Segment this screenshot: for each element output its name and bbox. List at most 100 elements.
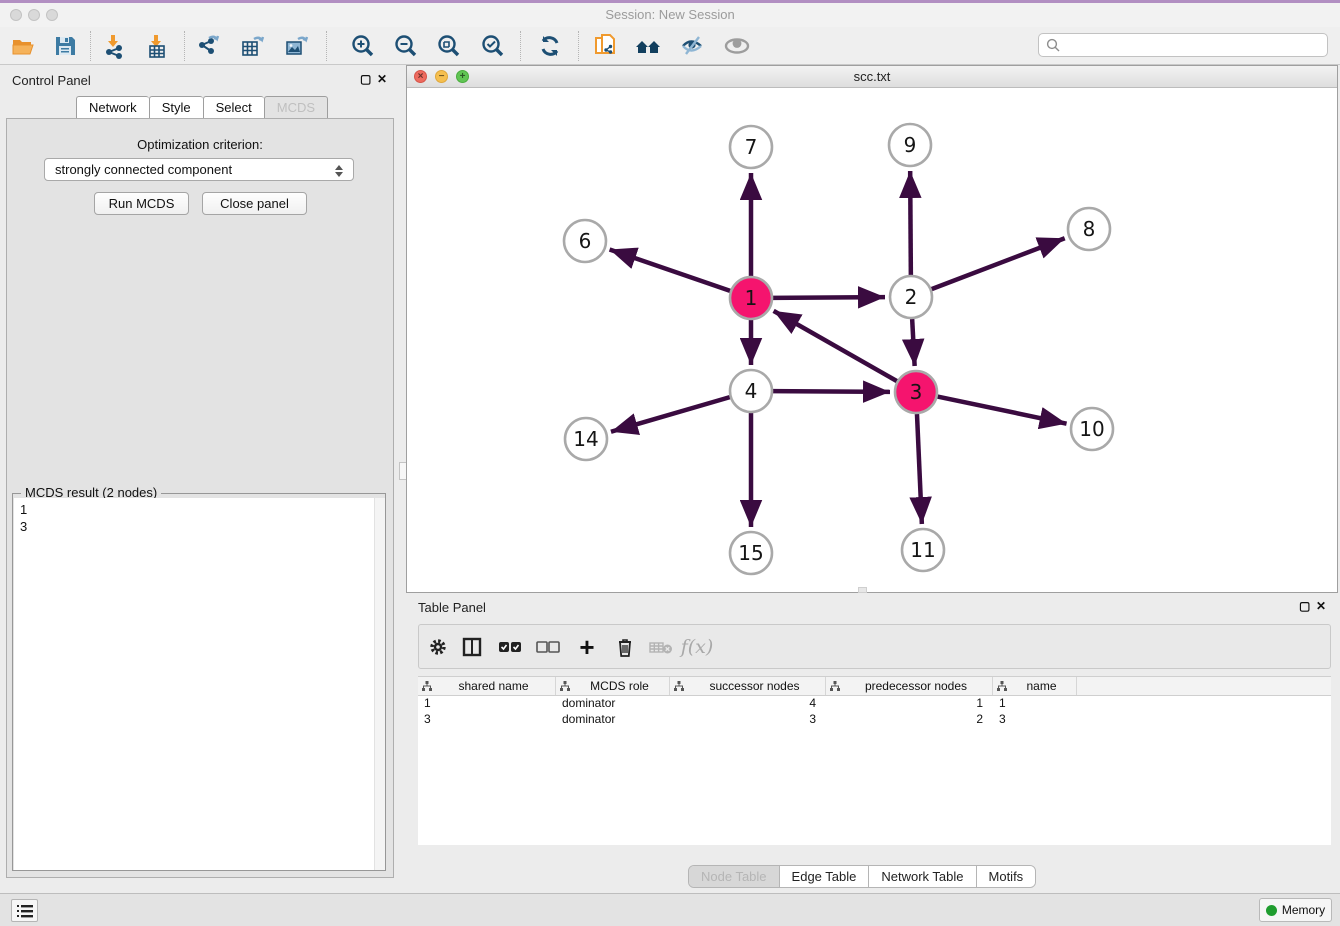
function-builder-icon[interactable]: f(x): [684, 634, 710, 660]
horizontal-splitter-grip[interactable]: [858, 587, 867, 593]
tab-style[interactable]: Style: [149, 96, 203, 119]
cell-MCDS-role[interactable]: dominator: [556, 696, 670, 712]
table-settings-icon[interactable]: [425, 634, 451, 660]
zoom-out-icon[interactable]: [392, 32, 420, 60]
run-mcds-button[interactable]: Run MCDS: [94, 192, 189, 215]
cell-successor-nodes[interactable]: 4: [670, 696, 826, 712]
graph-node-4[interactable]: 4: [730, 370, 772, 412]
edge-1-6[interactable]: [610, 249, 731, 290]
graph-node-6[interactable]: 6: [564, 220, 606, 262]
cell-predecessor-nodes[interactable]: 2: [826, 712, 993, 728]
graph-node-15[interactable]: 15: [730, 532, 772, 574]
show-panels-icon[interactable]: [724, 32, 752, 60]
graph-node-7[interactable]: 7: [730, 126, 772, 168]
network-window-titlebar[interactable]: × − + scc.txt: [407, 66, 1337, 88]
network-maximize-icon[interactable]: +: [456, 70, 469, 83]
svg-text:9: 9: [904, 133, 917, 157]
open-session-icon[interactable]: [9, 32, 37, 60]
tab-node-table[interactable]: Node Table: [689, 866, 780, 887]
select-all-columns-icon[interactable]: [497, 634, 523, 660]
edge-2-3[interactable]: [912, 319, 914, 366]
zoom-selected-icon[interactable]: [479, 32, 507, 60]
network-canvas[interactable]: 7 9 6 8 1 2 4 3 14 10 15 11: [407, 88, 1337, 592]
table-header-row: shared nameMCDS rolesuccessor nodesprede…: [418, 677, 1331, 696]
tab-motifs[interactable]: Motifs: [977, 866, 1036, 887]
cell-successor-nodes[interactable]: 3: [670, 712, 826, 728]
show-all-networks-icon[interactable]: [634, 32, 662, 60]
duplicate-network-icon[interactable]: [592, 32, 620, 60]
column-header-name[interactable]: name: [993, 677, 1077, 695]
import-table-icon[interactable]: [143, 32, 171, 60]
edge-3-10[interactable]: [938, 397, 1067, 424]
svg-text:10: 10: [1079, 417, 1104, 441]
control-panel-title: Control Panel: [12, 73, 91, 88]
task-history-button[interactable]: [11, 899, 38, 922]
search-field[interactable]: [1038, 33, 1328, 57]
graph-node-8[interactable]: 8: [1068, 208, 1110, 250]
export-image-icon[interactable]: [282, 32, 310, 60]
edge-3-11[interactable]: [917, 414, 922, 524]
cell-name[interactable]: 3: [993, 712, 1077, 728]
refresh-icon[interactable]: [536, 32, 564, 60]
table-panel-float-icon[interactable]: ▢: [1299, 600, 1310, 612]
cell-predecessor-nodes[interactable]: 1: [826, 696, 993, 712]
search-input[interactable]: [1065, 38, 1327, 52]
column-header-shared-name[interactable]: shared name: [418, 677, 556, 695]
edge-2-8[interactable]: [932, 238, 1065, 289]
edge-2-9[interactable]: [910, 171, 911, 275]
memory-button[interactable]: Memory: [1259, 898, 1332, 922]
export-network-icon[interactable]: [194, 32, 222, 60]
graph-node-3[interactable]: 3: [895, 371, 937, 413]
control-panel-close-icon[interactable]: ✕: [377, 73, 387, 85]
graph-node-1[interactable]: 1: [730, 277, 772, 319]
edge-3-1[interactable]: [774, 311, 897, 381]
close-panel-button[interactable]: Close panel: [202, 192, 307, 215]
minimize-window-button[interactable]: [28, 9, 40, 21]
export-table-icon[interactable]: [238, 32, 266, 60]
control-panel-tab-bar: NetworkStyleSelectMCDS: [76, 96, 328, 119]
tab-select[interactable]: Select: [203, 96, 264, 119]
zoom-fit-icon[interactable]: [435, 32, 463, 60]
import-network-icon[interactable]: [100, 32, 128, 60]
optimization-criterion-select[interactable]: strongly connected component: [44, 158, 354, 181]
graph-node-10[interactable]: 10: [1071, 408, 1113, 450]
graph-node-9[interactable]: 9: [889, 124, 931, 166]
edge-1-2[interactable]: [773, 297, 885, 298]
graph-node-2[interactable]: 2: [890, 276, 932, 318]
save-session-icon[interactable]: [51, 32, 79, 60]
hide-panels-icon[interactable]: [679, 32, 707, 60]
mcds-result-area[interactable]: 1 3: [14, 498, 385, 870]
cell-shared-name[interactable]: 1: [418, 696, 556, 712]
edge-4-3[interactable]: [773, 391, 890, 392]
network-close-icon[interactable]: ×: [414, 70, 427, 83]
tab-edge-table[interactable]: Edge Table: [780, 866, 870, 887]
node-table[interactable]: shared nameMCDS rolesuccessor nodesprede…: [418, 676, 1331, 845]
control-panel-float-icon[interactable]: ▢: [360, 73, 371, 85]
add-column-icon[interactable]: +: [574, 634, 600, 660]
cell-MCDS-role[interactable]: dominator: [556, 712, 670, 728]
tab-network[interactable]: Network: [76, 96, 149, 119]
column-header-MCDS-role[interactable]: MCDS role: [556, 677, 670, 695]
delete-table-icon[interactable]: [648, 634, 674, 660]
split-columns-icon[interactable]: [459, 634, 485, 660]
edge-4-14[interactable]: [611, 397, 730, 432]
close-window-button[interactable]: [10, 9, 22, 21]
zoom-window-button[interactable]: [46, 9, 58, 21]
zoom-in-icon[interactable]: [349, 32, 377, 60]
network-minimize-icon[interactable]: −: [435, 70, 448, 83]
graph-node-14[interactable]: 14: [565, 418, 607, 460]
column-header-predecessor-nodes[interactable]: predecessor nodes: [826, 677, 993, 695]
table-row[interactable]: 1dominator411: [418, 696, 1331, 712]
cell-shared-name[interactable]: 3: [418, 712, 556, 728]
tab-mcds[interactable]: MCDS: [264, 96, 328, 119]
graph-node-11[interactable]: 11: [902, 529, 944, 571]
table-panel-close-icon[interactable]: ✕: [1316, 600, 1326, 612]
toolbar-separator: [184, 31, 185, 61]
result-scrollbar[interactable]: [374, 498, 385, 870]
tab-network-table[interactable]: Network Table: [869, 866, 976, 887]
deselect-all-columns-icon[interactable]: [535, 634, 561, 660]
cell-name[interactable]: 1: [993, 696, 1077, 712]
delete-column-icon[interactable]: [612, 634, 638, 660]
column-header-successor-nodes[interactable]: successor nodes: [670, 677, 826, 695]
table-row[interactable]: 3dominator323: [418, 712, 1331, 728]
